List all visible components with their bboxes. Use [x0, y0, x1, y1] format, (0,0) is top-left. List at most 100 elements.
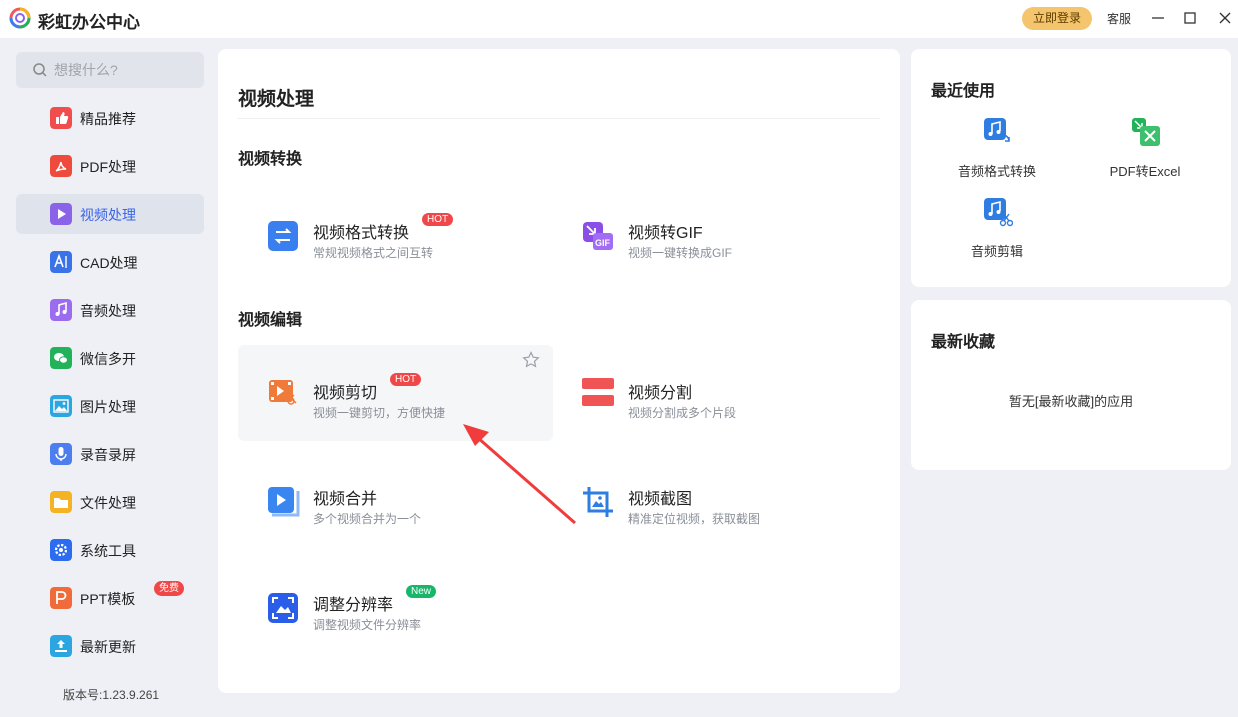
sidebar: 精品推荐 PDF处理 视频处理 CAD处理 音频处理 微信多开 图片处理 录音录… [0, 38, 218, 717]
tool-name: 视频格式转换 [313, 225, 410, 242]
tool-desc: 调整视频文件分辨率 [313, 618, 422, 632]
upload-icon [50, 635, 72, 657]
sidebar-item-label: PPT模板 [80, 591, 136, 607]
favorites-empty-text: 暂无[最新收藏]的应用 [1008, 394, 1134, 409]
convert-icon [268, 221, 298, 251]
music-icon [50, 299, 72, 321]
section-title-video-convert: 视频转换 [238, 151, 303, 168]
sidebar-item-label: 音频处理 [80, 303, 136, 319]
hot-badge: HOT [422, 213, 454, 226]
tool-video-screenshot[interactable]: 视频截图 精准定位视频，获取截图 [553, 451, 868, 547]
video-play-icon [50, 203, 72, 225]
split-icon [582, 378, 614, 406]
title-bar: 彩虹办公中心 立即登录 客服 [0, 0, 1238, 38]
sidebar-item-label: PDF处理 [80, 159, 136, 175]
microphone-icon [50, 443, 72, 465]
section-title-video-edit: 视频编辑 [238, 312, 303, 329]
sidebar-item-label: 录音录屏 [80, 447, 136, 463]
wechat-icon [50, 347, 72, 369]
hot-badge: HOT [390, 373, 422, 386]
tool-desc: 多个视频合并为一个 [313, 512, 422, 526]
sidebar-item-ppt[interactable]: PPT模板 免费 [16, 578, 204, 618]
annotation-arrow-icon [463, 424, 576, 525]
image-icon [50, 395, 72, 417]
sidebar-item-label: 图片处理 [80, 399, 136, 415]
tool-desc: 视频一键剪切，方便快捷 [313, 406, 446, 420]
recent-label: 音频剪辑 [970, 244, 1023, 259]
sidebar-item-label: 视频处理 [80, 207, 136, 223]
main-panel: 视频处理 视频转换 视频格式转换 HOT 常规视频格式之间互转 GIF 视频转G… [218, 49, 900, 693]
close-icon[interactable] [1215, 8, 1235, 28]
tool-desc: 视频一键转换成GIF [628, 246, 732, 260]
tool-desc: 精准定位视频，获取截图 [628, 512, 761, 526]
rainbow-logo-icon [9, 7, 31, 29]
tool-name: 视频剪切 [313, 385, 378, 402]
audio-cut-icon [984, 198, 1013, 227]
recent-title: 最近使用 [931, 83, 996, 100]
folder-icon [50, 491, 72, 513]
customer-service-link[interactable]: 客服 [1107, 10, 1131, 27]
maximize-icon[interactable] [1180, 8, 1200, 28]
tool-name: 调整分辨率 [313, 597, 394, 614]
gear-icon [50, 539, 72, 561]
gif-icon: GIF [583, 222, 613, 250]
recent-label: PDF转Excel [1109, 164, 1181, 179]
tool-name: 视频截图 [628, 491, 693, 508]
recent-item-audio-convert[interactable]: 音频格式转换 [927, 117, 1067, 187]
recent-item-audio-cut[interactable]: 音频剪辑 [927, 197, 1067, 267]
sidebar-item-image[interactable]: 图片处理 [16, 386, 204, 426]
favorites-title: 最新收藏 [931, 334, 996, 351]
recent-panel: 最近使用 音频格式转换 PDF转Excel 音频剪辑 [911, 49, 1231, 287]
sidebar-item-recording[interactable]: 录音录屏 [16, 434, 204, 474]
sidebar-item-file[interactable]: 文件处理 [16, 482, 204, 522]
sidebar-item-label: 微信多开 [80, 351, 136, 367]
sidebar-item-pdf[interactable]: PDF处理 [16, 146, 204, 186]
excel-icon [1132, 118, 1160, 146]
search-input[interactable] [54, 52, 194, 88]
free-badge: 免费 [154, 581, 184, 596]
minimize-icon[interactable] [1148, 8, 1168, 28]
sidebar-item-wechat[interactable]: 微信多开 [16, 338, 204, 378]
sidebar-item-audio[interactable]: 音频处理 [16, 290, 204, 330]
version-label: 版本号:1.23.9.261 [63, 688, 160, 702]
title-divider [238, 118, 880, 119]
tool-name: 视频分割 [628, 385, 693, 402]
sidebar-item-recommended[interactable]: 精品推荐 [16, 98, 204, 138]
star-icon[interactable] [522, 351, 540, 369]
search-icon [33, 63, 47, 77]
tool-name: 视频合并 [313, 491, 378, 508]
sidebar-item-label: 系统工具 [80, 543, 136, 559]
thumbs-up-icon [50, 107, 72, 129]
sidebar-item-label: 精品推荐 [80, 111, 136, 127]
favorites-panel: 最新收藏 暂无[最新收藏]的应用 [911, 300, 1231, 470]
login-button[interactable]: 立即登录 [1022, 7, 1092, 30]
recent-item-pdf-to-excel[interactable]: PDF转Excel [1075, 117, 1215, 187]
tool-video-split[interactable]: 视频分割 视频分割成多个片段 [553, 345, 868, 441]
audio-convert-icon [984, 118, 1010, 142]
video-cut-icon [269, 380, 297, 405]
tool-desc: 视频分割成多个片段 [628, 406, 737, 420]
pdf-icon [50, 155, 72, 177]
tool-name: 视频转GIF [628, 225, 703, 242]
sidebar-item-label: 最新更新 [80, 639, 136, 655]
tool-video-format-convert[interactable]: 视频格式转换 HOT 常规视频格式之间互转 [238, 185, 553, 281]
new-badge: New [406, 585, 437, 598]
sidebar-item-system-tools[interactable]: 系统工具 [16, 530, 204, 570]
sidebar-item-label: CAD处理 [80, 255, 138, 271]
tool-desc: 常规视频格式之间互转 [313, 246, 434, 260]
cad-icon [50, 251, 72, 273]
tool-video-to-gif[interactable]: GIF 视频转GIF 视频一键转换成GIF [553, 185, 868, 281]
svg-text:GIF: GIF [595, 238, 611, 248]
search-box[interactable] [16, 52, 204, 88]
app-title: 彩虹办公中心 [38, 13, 140, 32]
recent-label: 音频格式转换 [957, 164, 1036, 179]
ppt-icon [50, 587, 72, 609]
tool-adjust-resolution[interactable]: 调整分辨率 New 调整视频文件分辨率 [238, 557, 553, 653]
sidebar-item-updates[interactable]: 最新更新 [16, 626, 204, 666]
sidebar-item-cad[interactable]: CAD处理 [16, 242, 204, 282]
page-title: 视频处理 [238, 89, 315, 110]
screenshot-icon [583, 487, 613, 517]
sidebar-item-video[interactable]: 视频处理 [16, 194, 204, 234]
sidebar-item-label: 文件处理 [80, 495, 136, 511]
resolution-icon [268, 593, 298, 623]
